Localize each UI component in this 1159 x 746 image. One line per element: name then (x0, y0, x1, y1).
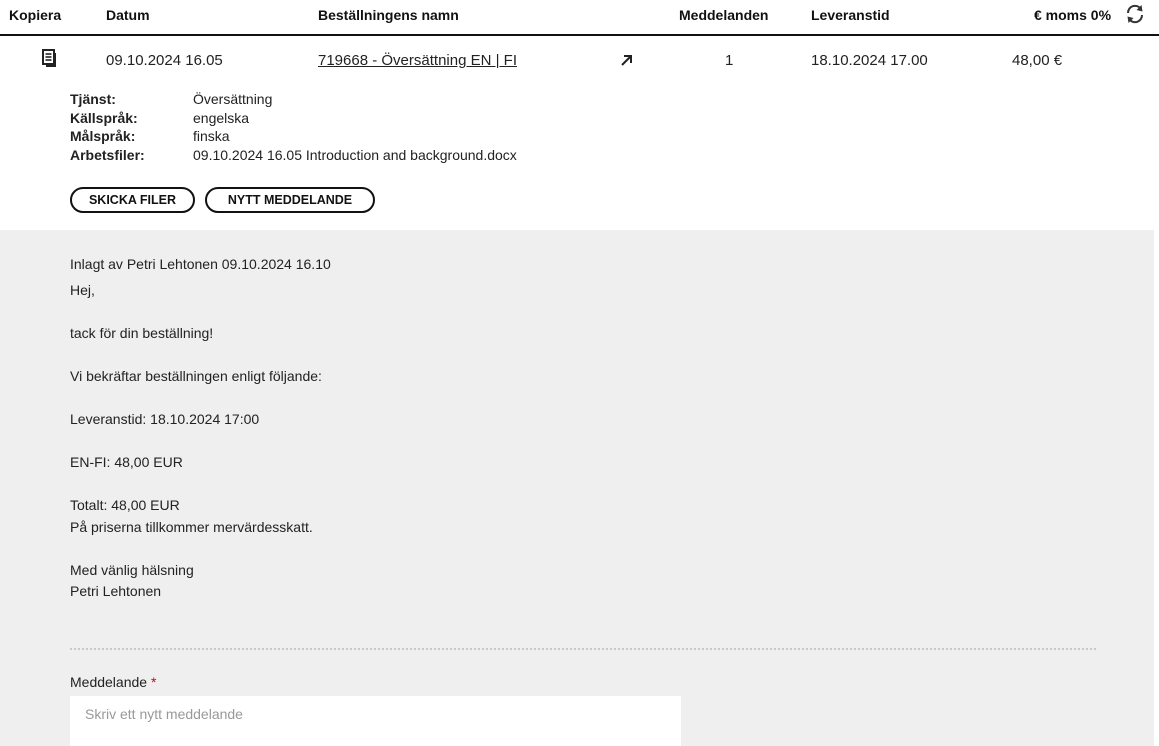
order-name-link[interactable]: 719668 - Översättning EN | FI (318, 52, 517, 69)
work-file-name: 09.10.2024 16.05 Introduction and backgr… (193, 146, 517, 163)
detail-value: finska (193, 128, 230, 144)
message-author: Inlagt av Petri Lehtonen 09.10.2024 16.1… (70, 256, 331, 272)
divider (70, 648, 1096, 650)
detail-row-service: Tjänst: Översättning (70, 90, 517, 109)
detail-label: Arbetsfiler: (70, 146, 145, 163)
message-line: tack för din beställning! (70, 325, 214, 341)
arrow-up-right-icon[interactable] (619, 52, 635, 68)
order-date: 09.10.2024 16.05 (106, 52, 223, 69)
new-message-button[interactable]: NYTT MEDDELANDE (205, 187, 375, 213)
message-line: Hej, (70, 282, 95, 298)
detail-label: Tjänst: (70, 91, 116, 107)
message-line: Vi bekräftar beställningen enligt följan… (70, 368, 322, 384)
table-header: Kopiera Datum Beställningens namn Meddel… (0, 0, 1159, 36)
detail-value: Översättning (193, 91, 273, 107)
message-field-label: Meddelande * (70, 674, 156, 690)
order-details: Tjänst: Översättning Källspråk: engelska… (70, 90, 517, 164)
order-actions: SKICKA FILER NYTT MEDDELANDE (70, 187, 375, 213)
detail-value: engelska (193, 109, 250, 126)
message-panel: Inlagt av Petri Lehtonen 09.10.2024 16.1… (0, 230, 1154, 746)
message-line: EN-FI: 48,00 EUR (70, 454, 183, 470)
message-label-text: Meddelande (70, 674, 148, 690)
order-message-count: 1 (725, 52, 734, 69)
detail-label: Målspråk: (70, 128, 136, 144)
column-header-meddelanden: Meddelanden (679, 7, 769, 23)
message-input[interactable] (70, 696, 681, 746)
message-line: Petri Lehtonen (70, 583, 162, 599)
required-marker: * (150, 674, 157, 690)
table-row: 09.10.2024 16.05 719668 - Översättning E… (0, 38, 1159, 82)
order-price: 48,00 € (1012, 52, 1063, 69)
send-files-button[interactable]: SKICKA FILER (70, 187, 195, 213)
vat-toggle-label[interactable]: € moms 0% (1034, 7, 1111, 23)
detail-row-target-language: Målspråk: finska (70, 127, 517, 146)
column-header-datum: Datum (106, 7, 150, 23)
message-line: Med vänlig hälsning (70, 561, 194, 578)
message-line: Leveranstid: 18.10.2024 17:00 (70, 411, 260, 427)
message-body: Hej, tack för din beställning! Vi bekräf… (70, 280, 970, 603)
detail-label: Källspråk: (70, 109, 138, 126)
order-delivery-time: 18.10.2024 17.00 (811, 52, 928, 69)
refresh-icon[interactable] (1124, 3, 1146, 25)
message-line: På priserna tillkommer mervärdesskatt. (70, 518, 313, 535)
detail-row-source-language: Källspråk: engelska (70, 109, 517, 128)
detail-row-work-files: Arbetsfiler: 09.10.2024 16.05 Introducti… (70, 146, 517, 165)
message-line: Totalt: 48,00 EUR (70, 497, 180, 513)
column-header-kopiera: Kopiera (9, 7, 62, 23)
copy-document-icon[interactable] (42, 49, 58, 67)
column-header-leveranstid: Leveranstid (811, 7, 890, 23)
column-header-namn: Beställningens namn (318, 7, 459, 23)
